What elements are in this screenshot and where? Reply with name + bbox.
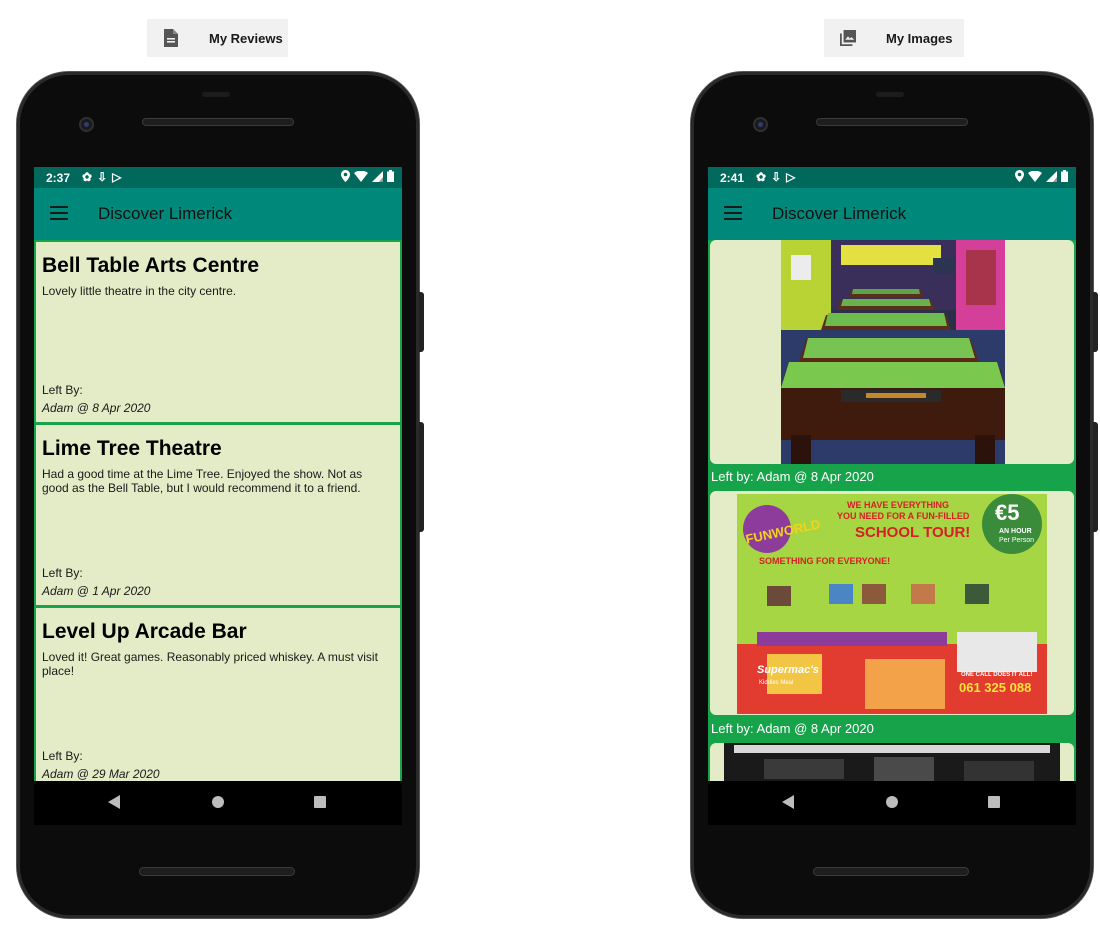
battery-icon [387,170,394,182]
app-title: Discover Limerick [98,204,233,223]
funworld-flyer: FUNWORLD WE HAVE EVERYTHING YOU NEED FOR… [737,494,1047,714]
power-button [1093,422,1098,532]
image-caption: Left by: Adam @ 8 Apr 2020 [711,469,874,484]
flyer-price-note-2: Per Person [999,537,1035,544]
download-done-icon: ⇩ [771,170,782,184]
recent-apps-icon[interactable] [988,796,1000,808]
play-store-icon: ▷ [786,170,796,184]
flyer-headline-3: SCHOOL TOUR! [855,524,971,541]
download-done-icon: ⇩ [97,170,108,184]
review-body: Lovely little theatre in the city centre… [42,284,237,298]
review-author: Adam @ 8 Apr 2020 [42,401,151,415]
image-gallery-icon [840,30,856,46]
flyer-tagline: SOMETHING FOR EVERYONE! [759,556,891,566]
reviews-list[interactable]: Bell Table Arts Centre Lovely little the… [34,240,402,781]
review-card[interactable]: Bell Table Arts Centre Lovely little the… [36,242,400,422]
images-list[interactable]: Left by: Adam @ 8 Apr 2020 FUNWORLD WE H… [708,240,1076,781]
left-phone: 2:37 ✿ ⇩ ▷ Discover Limerick Bell Table … [17,72,424,918]
flyer-price-note-1: AN HOUR [999,528,1032,535]
status-bar: 2:37 ✿ ⇩ ▷ [34,167,402,188]
cell-signal-icon [372,170,383,182]
my-reviews-label: My Reviews [209,30,283,46]
settings-icon: ✿ [82,170,93,184]
review-card[interactable]: Level Up Arcade Bar Loved it! Great game… [36,608,400,781]
app-bar: Discover Limerick [708,188,1076,240]
earpiece-speaker [816,118,968,126]
left-by-label: Left By: [42,566,83,580]
image-card[interactable]: FUNWORLD WE HAVE EVERYTHING YOU NEED FOR… [710,491,1074,715]
bottom-speaker [813,867,969,876]
image-card[interactable] [710,240,1074,464]
review-title: Lime Tree Theatre [42,437,222,460]
volume-button [419,292,424,352]
hamburger-menu-icon[interactable] [50,206,68,220]
sensor-slot [202,92,230,97]
play-store-icon: ▷ [112,170,122,184]
document-icon [164,29,178,47]
right-phone: 2:41 ✿ ⇩ ▷ Discover Limerick Left by: Ad… [691,72,1098,918]
back-icon[interactable] [108,795,120,809]
sensor-slot [876,92,904,97]
flyer-headline-1: WE HAVE EVERYTHING [847,500,950,510]
status-time: 2:41 [720,171,745,185]
review-body: Loved it! Great games. Reasonably priced… [42,650,378,678]
arcade-photo [724,743,1060,781]
volume-button [1093,292,1098,352]
home-icon[interactable] [212,796,224,808]
review-author: Adam @ 1 Apr 2020 [42,584,151,598]
image-card[interactable] [710,743,1074,781]
power-button [419,422,424,532]
review-author: Adam @ 29 Mar 2020 [42,767,160,781]
my-images-label: My Images [886,30,953,46]
system-nav-bar [708,781,1076,825]
home-icon[interactable] [886,796,898,808]
right-screen: 2:41 ✿ ⇩ ▷ Discover Limerick Left by: Ad… [708,167,1076,781]
left-by-label: Left By: [42,749,83,763]
hamburger-menu-icon[interactable] [724,206,742,220]
app-title: Discover Limerick [772,204,907,223]
left-screen: 2:37 ✿ ⇩ ▷ Discover Limerick Bell Table … [34,167,402,781]
flyer-phone-label: ONE CALL DOES IT ALL! [961,672,1033,678]
review-card[interactable]: Lime Tree Theatre Had a good time at the… [36,425,400,605]
bottom-speaker [139,867,295,876]
image-caption: Left by: Adam @ 8 Apr 2020 [711,721,874,736]
wifi-icon [1028,170,1042,182]
review-title: Level Up Arcade Bar [42,620,247,643]
left-by-label: Left By: [42,383,83,397]
battery-icon [1061,170,1068,182]
location-icon [341,170,350,182]
wifi-icon [354,170,368,182]
earpiece-speaker [142,118,294,126]
settings-icon: ✿ [756,170,767,184]
recent-apps-icon[interactable] [314,796,326,808]
review-body: Had a good time at the Lime Tree. Enjoye… [42,467,363,495]
flyer-sponsor-note: Kiddies Meal [759,680,794,686]
location-icon [1015,170,1024,182]
status-time: 2:37 [46,171,71,185]
flyer-headline-2: YOU NEED FOR A FUN-FILLED [837,511,970,521]
cell-signal-icon [1046,170,1057,182]
status-bar: 2:41 ✿ ⇩ ▷ [708,167,1076,188]
review-title: Bell Table Arts Centre [42,254,260,277]
my-images-caption: My Images [824,19,964,57]
flyer-phone: 061 325 088 [959,680,1032,695]
flyer-sponsor: Supermac's [757,664,819,676]
pool-tables-photo [781,240,1005,464]
app-bar: Discover Limerick [34,188,402,240]
flyer-price: €5 [995,500,1020,525]
my-reviews-caption: My Reviews [147,19,288,57]
system-nav-bar [34,781,402,825]
front-camera [753,117,768,132]
front-camera [79,117,94,132]
back-icon[interactable] [782,795,794,809]
